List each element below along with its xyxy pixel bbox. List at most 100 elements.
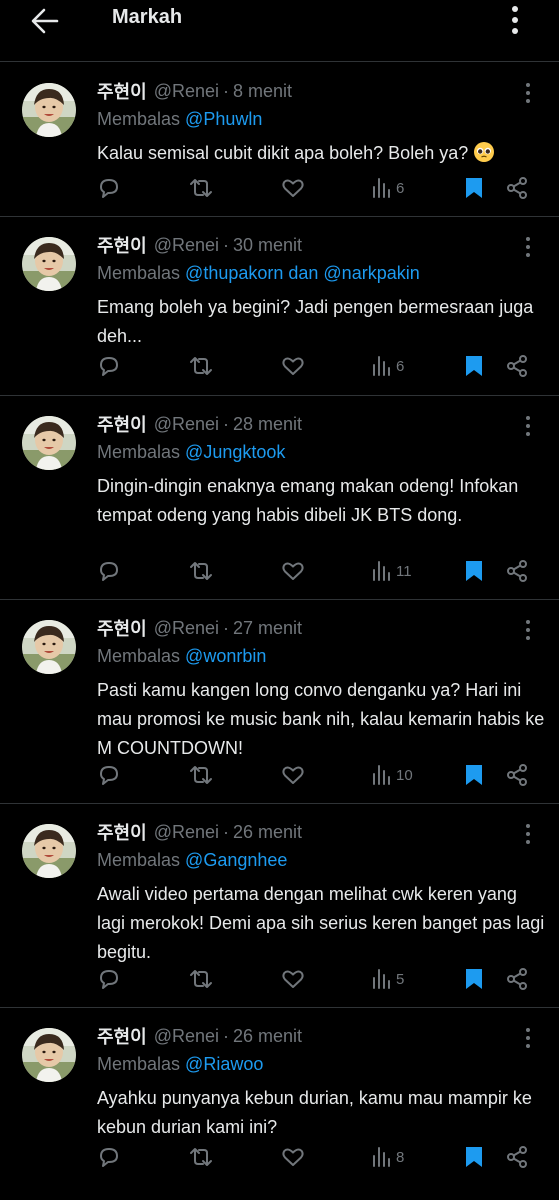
views-count: 6 (396, 179, 405, 197)
tweet-more-button[interactable] (518, 414, 538, 438)
reply-button[interactable] (96, 966, 122, 992)
bookmark-button[interactable] (463, 966, 485, 992)
views-button[interactable]: 6 (370, 353, 404, 379)
timestamp[interactable]: 30 menit (233, 235, 302, 256)
avatar[interactable] (22, 1028, 76, 1082)
reply-mention[interactable]: @Jungktook (185, 442, 285, 462)
user-handle[interactable]: @Renei (154, 81, 219, 102)
bookmark-button[interactable] (463, 1144, 485, 1170)
back-button[interactable] (28, 4, 62, 38)
views-button[interactable]: 11 (370, 558, 412, 584)
reply-mention[interactable]: @Gangnhee (185, 850, 287, 870)
tweet-more-button[interactable] (518, 822, 538, 846)
views-button[interactable]: 6 (370, 175, 404, 201)
tweet-text: Awali video pertama dengan melihat cwk k… (97, 884, 545, 962)
display-name[interactable]: 주현이 (97, 615, 147, 641)
user-handle[interactable]: @Renei (154, 618, 219, 639)
reply-button[interactable] (96, 175, 122, 201)
tweet-text: Pasti kamu kangen long convo denganku ya… (97, 680, 545, 758)
more-vertical-icon (526, 824, 530, 844)
share-button[interactable] (505, 175, 529, 201)
like-button[interactable] (280, 762, 306, 788)
reply-mention[interactable]: @wonrbin (185, 646, 266, 666)
reply-mention[interactable]: @Riawoo (185, 1054, 263, 1074)
repost-button[interactable] (187, 175, 215, 201)
like-button[interactable] (280, 558, 306, 584)
share-button[interactable] (505, 353, 529, 379)
views-button[interactable]: 10 (370, 762, 413, 788)
more-menu-button[interactable] (503, 2, 527, 38)
tweet[interactable]: 주현이 @Renei · 26 menit Membalas @Riawoo A… (0, 1008, 559, 1200)
bookmark-button[interactable] (463, 353, 485, 379)
like-button[interactable] (280, 1144, 306, 1170)
repost-button[interactable] (187, 1144, 215, 1170)
display-name[interactable]: 주현이 (97, 1023, 147, 1049)
timestamp[interactable]: 28 menit (233, 414, 302, 435)
bookmark-button[interactable] (463, 175, 485, 201)
reply-button[interactable] (96, 353, 122, 379)
reply-button[interactable] (96, 1144, 122, 1170)
repost-button[interactable] (187, 762, 215, 788)
reply-icon (100, 179, 118, 198)
tweet[interactable]: 주현이 @Renei · 26 menit Membalas @Gangnhee… (0, 804, 559, 1008)
tweet[interactable]: 주현이 @Renei · 27 menit Membalas @wonrbin … (0, 600, 559, 804)
repost-button[interactable] (187, 966, 215, 992)
repost-button[interactable] (187, 353, 215, 379)
tweet-text: Dingin-dingin enaknya emang makan odeng!… (97, 476, 519, 525)
timestamp[interactable]: 26 menit (233, 1026, 302, 1047)
bookmark-button[interactable] (463, 762, 485, 788)
bookmark-button[interactable] (463, 558, 485, 584)
share-button[interactable] (505, 558, 529, 584)
bookmark-feed: 주현이 @Renei · 8 menit Membalas @Phuwln Ka… (0, 63, 559, 1200)
display-name[interactable]: 주현이 (97, 232, 147, 258)
tweet[interactable]: 주현이 @Renei · 30 menit Membalas @thupakor… (0, 217, 559, 396)
display-name[interactable]: 주현이 (97, 819, 147, 845)
page-title: Markah (112, 6, 183, 28)
display-name[interactable]: 주현이 (97, 78, 147, 104)
share-button[interactable] (505, 1144, 529, 1170)
reply-button[interactable] (96, 762, 122, 788)
avatar[interactable] (22, 83, 76, 137)
tweet-actions: 11 (96, 558, 536, 584)
views-button[interactable]: 8 (370, 1144, 404, 1170)
timestamp[interactable]: 8 menit (233, 81, 292, 102)
user-handle[interactable]: @Renei (154, 1026, 219, 1047)
timestamp[interactable]: 27 menit (233, 618, 302, 639)
display-name[interactable]: 주현이 (97, 411, 147, 437)
tweet[interactable]: 주현이 @Renei · 8 menit Membalas @Phuwln Ka… (0, 63, 559, 217)
like-button[interactable] (280, 175, 306, 201)
share-icon (507, 1146, 527, 1168)
user-handle[interactable]: @Renei (154, 235, 219, 256)
like-button[interactable] (280, 353, 306, 379)
share-button[interactable] (505, 762, 529, 788)
share-button[interactable] (505, 966, 529, 992)
reply-button[interactable] (96, 558, 122, 584)
tweet-more-button[interactable] (518, 81, 538, 105)
avatar[interactable] (22, 620, 76, 674)
tweet-actions: 10 (96, 762, 536, 788)
avatar[interactable] (22, 824, 76, 878)
avatar[interactable] (22, 416, 76, 470)
repost-button[interactable] (187, 558, 215, 584)
avatar[interactable] (22, 237, 76, 291)
analytics-icon (373, 356, 390, 376)
tweet-more-button[interactable] (518, 618, 538, 642)
like-button[interactable] (280, 966, 306, 992)
views-count: 11 (396, 562, 412, 580)
tweet-more-button[interactable] (518, 235, 538, 259)
timestamp[interactable]: 26 menit (233, 822, 302, 843)
reply-prefix: Membalas (97, 1054, 181, 1074)
user-handle[interactable]: @Renei (154, 414, 219, 435)
tweet-more-button[interactable] (518, 1026, 538, 1050)
user-handle[interactable]: @Renei (154, 822, 219, 843)
reply-context: Membalas @Jungktook (97, 442, 285, 463)
tweet-header: 주현이 @Renei · 30 menit (97, 232, 302, 258)
tweet-header: 주현이 @Renei · 26 menit (97, 819, 302, 845)
reply-mention[interactable]: @thupakorn dan @narkpakin (185, 263, 420, 283)
tweet-header: 주현이 @Renei · 8 menit (97, 78, 292, 104)
reply-mention[interactable]: @Phuwln (185, 109, 262, 129)
views-button[interactable]: 5 (370, 966, 404, 992)
reply-context: Membalas @wonrbin (97, 646, 266, 667)
tweet[interactable]: 주현이 @Renei · 28 menit Membalas @Jungktoo… (0, 396, 559, 600)
heart-icon (282, 1148, 304, 1166)
